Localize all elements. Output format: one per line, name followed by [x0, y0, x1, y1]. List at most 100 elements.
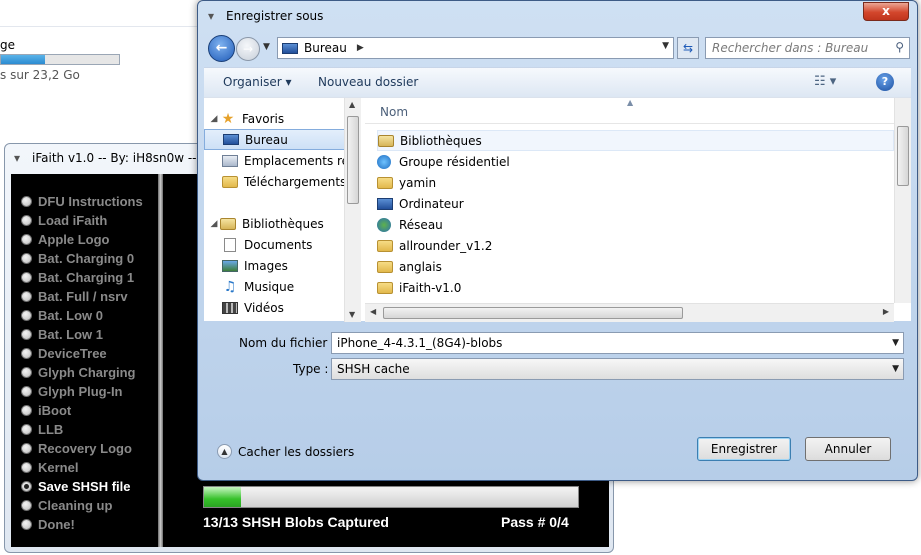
file-item[interactable]: anglais — [377, 256, 894, 277]
search-icon: ⚲ — [895, 40, 904, 54]
filename-value: iPhone_4-4.3.1_(8G4)-blobs — [337, 336, 503, 350]
drive-label: ge — [0, 38, 15, 52]
content-area: ◢ ★ Favoris Bureau Emplacements ré Télécharge… — [204, 97, 911, 322]
horizontal-scrollbar[interactable]: ◀ ▶ — [365, 303, 894, 322]
nav-item-2[interactable]: Emplacements ré — [204, 150, 349, 171]
music-icon: ♫ — [223, 278, 237, 295]
recent-pages-chevron-icon[interactable]: ▼ — [263, 42, 270, 52]
step-label: Done! — [38, 517, 75, 532]
nav-item-label: Vidéos — [244, 300, 284, 315]
file-name: yamin — [399, 175, 437, 190]
type-dropdown-icon[interactable]: ▼ — [892, 364, 899, 374]
scroll-right-icon[interactable]: ▶ — [883, 307, 889, 316]
folder-icon — [377, 260, 393, 273]
type-label: Type : — [293, 362, 329, 376]
step-16: Cleaning up — [21, 496, 143, 515]
view-options-icon[interactable]: ☷ ▾ — [814, 74, 836, 89]
step-label: DeviceTree — [38, 346, 107, 361]
scroll-up-icon[interactable]: ▲ — [349, 100, 355, 109]
file-item[interactable]: Bibliothèques — [377, 130, 894, 151]
file-name: Ordinateur — [399, 196, 464, 211]
step-label: Bat. Charging 1 — [38, 270, 135, 285]
step-list: DFU Instructions Load iFaith Apple Logo Bat… — [21, 192, 143, 534]
step-8: DeviceTree — [21, 344, 143, 363]
drive-usage-fill — [1, 55, 45, 64]
step-0: DFU Instructions — [21, 192, 143, 211]
address-dropdown-icon[interactable]: ▼ — [662, 41, 669, 51]
nav-item-6[interactable]: Documents — [204, 234, 344, 255]
file-item[interactable]: allrounder_v1.2 — [377, 235, 894, 256]
radio-icon — [21, 462, 32, 473]
dialog-title-bar[interactable]: ▾ Enregistrer sous — [208, 9, 323, 23]
breadcrumb-chevron-icon[interactable]: ▶ — [357, 43, 364, 53]
hide-folders-label: Cacher les dossiers — [238, 444, 355, 459]
radio-icon — [21, 329, 32, 340]
step-9: Glyph Charging — [21, 363, 143, 382]
scroll-down-icon[interactable]: ▼ — [349, 310, 355, 319]
help-icon[interactable]: ? — [876, 73, 894, 91]
refresh-icon[interactable]: ⇆ — [677, 37, 699, 59]
ifaith-title-bar[interactable]: ▾ iFaith v1.0 -- By: iH8sn0w -- [iP — [14, 151, 216, 165]
nav-item-0[interactable]: ◢ ★ Favoris — [204, 108, 344, 129]
folder-icon — [377, 281, 393, 294]
scroll-thumb[interactable] — [347, 116, 359, 204]
nav-item-5[interactable]: ◢ Bibliothèques — [204, 213, 344, 234]
filename-input[interactable]: iPhone_4-4.3.1_(8G4)-blobs ▼ — [331, 332, 904, 354]
file-item[interactable]: yamin — [377, 172, 894, 193]
nav-item-7[interactable]: Images — [204, 255, 344, 276]
radio-icon — [21, 234, 32, 245]
divider — [158, 174, 163, 547]
progress-fill — [204, 487, 242, 507]
pass-counter: Pass # 0/4 — [501, 514, 569, 530]
nav-scrollbar[interactable]: ▲ ▼ — [344, 98, 361, 322]
nav-item-9[interactable]: Vidéos — [204, 297, 344, 318]
organize-button[interactable]: Organiser ▾ — [223, 75, 291, 89]
scroll-thumb[interactable] — [383, 307, 683, 319]
step-label: DFU Instructions — [38, 194, 143, 209]
step-4: Bat. Charging 1 — [21, 268, 143, 287]
file-item[interactable]: Ordinateur — [377, 193, 894, 214]
new-folder-button[interactable]: Nouveau dossier — [318, 75, 418, 89]
type-select[interactable]: SHSH cache ▼ — [331, 358, 904, 380]
desktop-icon — [282, 42, 298, 54]
nav-item-8[interactable]: ♫ Musique — [204, 276, 344, 297]
forward-arrow-icon[interactable]: → — [236, 37, 260, 61]
file-item[interactable]: Groupe résidentiel — [377, 151, 894, 172]
step-label: Kernel — [38, 460, 79, 475]
radio-icon — [21, 215, 32, 226]
nav-item-3[interactable]: Téléchargements — [204, 171, 347, 192]
search-input[interactable]: Rechercher dans : Bureau ⚲ — [705, 37, 910, 59]
column-header[interactable]: ▲ Nom — [365, 98, 894, 124]
nav-item-label: Documents — [244, 237, 313, 252]
radio-icon — [21, 405, 32, 416]
breadcrumb-bureau[interactable]: Bureau — [304, 41, 347, 55]
close-button[interactable]: x — [863, 2, 909, 21]
step-6: Bat. Low 0 — [21, 306, 143, 325]
nav-item-label: Bureau — [245, 132, 288, 147]
filename-dropdown-icon[interactable]: ▼ — [892, 338, 899, 348]
address-bar[interactable]: Bureau ▶ ▼ — [277, 37, 674, 59]
place-icon — [222, 154, 238, 167]
lib-icon — [220, 217, 236, 230]
step-14: Kernel — [21, 458, 143, 477]
hide-folders-toggle[interactable]: ▲ Cacher les dossiers — [217, 444, 354, 459]
expand-chevron-icon[interactable]: ◢ — [208, 219, 220, 229]
toolbar: Organiser ▾ Nouveau dossier ☷ ▾ ? — [204, 67, 911, 97]
step-label: Recovery Logo — [38, 441, 132, 456]
column-name-label: Nom — [380, 105, 409, 119]
sort-ascending-icon: ▲ — [627, 98, 634, 107]
back-arrow-icon[interactable]: ← — [208, 35, 235, 62]
cancel-button[interactable]: Annuler — [805, 437, 891, 461]
file-item[interactable]: iFaith-v1.0 — [377, 277, 894, 298]
file-scrollbar[interactable] — [894, 98, 911, 303]
scroll-thumb[interactable] — [897, 126, 909, 186]
dialog-title: Enregistrer sous — [226, 9, 324, 23]
nav-item-label: Téléchargements — [244, 174, 347, 189]
save-button[interactable]: Enregistrer — [697, 437, 791, 461]
nav-item-1[interactable]: Bureau — [204, 129, 346, 150]
radio-icon — [21, 272, 32, 283]
doc-icon — [224, 237, 236, 252]
expand-chevron-icon[interactable]: ◢ — [208, 114, 220, 124]
scroll-left-icon[interactable]: ◀ — [370, 307, 376, 316]
file-item[interactable]: Réseau — [377, 214, 894, 235]
